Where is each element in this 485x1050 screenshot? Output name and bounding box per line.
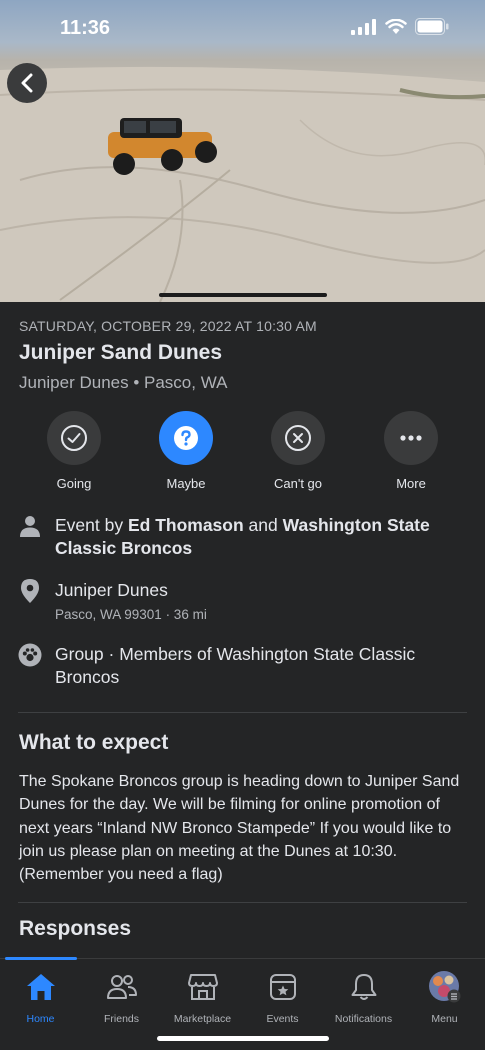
battery-icon <box>415 18 449 35</box>
event-date: SATURDAY, OCTOBER 29, 2022 AT 10:30 AM <box>19 318 317 334</box>
cant-go-label: Can't go <box>273 476 322 491</box>
place-name: Juniper Dunes <box>55 580 168 600</box>
friends-icon <box>106 975 137 999</box>
tab-notifications-label: Notifications <box>334 1013 393 1025</box>
place-address: Pasco, WA 99301 · 36 mi <box>55 607 207 622</box>
question-icon <box>174 426 198 450</box>
going-label: Going <box>56 476 92 491</box>
rsvp-row: Going Maybe Can't go More <box>0 411 485 496</box>
back-button[interactable] <box>7 63 47 103</box>
group-icon <box>18 643 42 667</box>
bell-icon <box>351 974 376 1000</box>
tab-friends[interactable]: Friends <box>81 971 162 1025</box>
sheet-handle[interactable] <box>159 293 327 297</box>
chevron-left-icon <box>21 73 33 93</box>
going-button[interactable]: Going <box>24 411 124 491</box>
tab-events[interactable]: Events <box>242 971 323 1025</box>
tab-home[interactable]: Home <box>0 971 81 1025</box>
tab-events-label: Events <box>266 1013 299 1025</box>
cant-go-button[interactable]: Can't go <box>248 411 348 491</box>
event-title: Juniper Sand Dunes <box>19 341 223 364</box>
cover-photo <box>0 0 485 302</box>
more-label: More <box>396 476 426 491</box>
what-to-expect-heading: What to expect <box>19 731 169 754</box>
check-icon <box>61 425 87 451</box>
group-text: Group · Members of Washington State Clas… <box>55 644 416 687</box>
status-icons <box>351 18 449 35</box>
tab-marketplace-label: Marketplace <box>173 1013 232 1025</box>
divider <box>18 902 467 903</box>
map-pin-icon <box>18 579 42 603</box>
home-icon <box>26 974 55 1000</box>
host-text: Event by Ed Thomason and Washington Stat… <box>55 515 430 558</box>
tab-menu-label: Menu <box>431 1013 458 1025</box>
status-time: 11:36 <box>60 17 111 39</box>
person-icon <box>18 514 42 538</box>
wifi-icon <box>385 18 407 34</box>
more-dots-icon <box>400 435 422 441</box>
responses-heading: Responses <box>19 917 132 940</box>
marketplace-icon <box>187 974 218 1000</box>
signal-icon <box>351 18 376 35</box>
tab-friends-label: Friends <box>103 1013 139 1025</box>
tab-home-label: Home <box>26 1013 55 1025</box>
avatar <box>428 971 460 1003</box>
host-name-1[interactable]: Ed Thomason <box>128 515 244 535</box>
event-description: The Spokane Broncos group is heading dow… <box>19 773 460 884</box>
tab-notifications[interactable]: Notifications <box>323 971 404 1025</box>
divider <box>18 712 467 713</box>
maybe-button[interactable]: Maybe <box>136 411 236 491</box>
tab-menu[interactable]: Menu <box>404 971 485 1025</box>
events-icon <box>269 974 296 1000</box>
tab-marketplace[interactable]: Marketplace <box>162 971 243 1025</box>
x-icon <box>285 425 311 451</box>
active-tab-indicator <box>5 957 77 960</box>
more-button[interactable]: More <box>361 411 461 491</box>
event-location-line[interactable]: Juniper Dunes • Pasco, WA <box>19 373 227 393</box>
maybe-label: Maybe <box>166 476 206 491</box>
home-indicator <box>157 1036 329 1041</box>
dunes-scene <box>0 66 485 302</box>
